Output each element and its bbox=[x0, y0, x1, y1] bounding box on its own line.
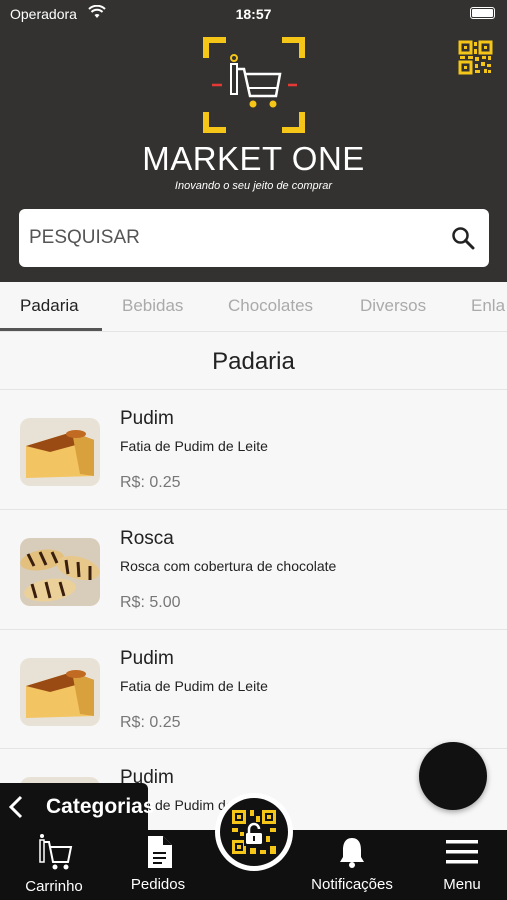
search-icon[interactable] bbox=[451, 226, 475, 250]
product-name: Pudim bbox=[120, 408, 174, 429]
nav-pedidos[interactable]: Pedidos bbox=[122, 830, 194, 900]
search-input[interactable] bbox=[29, 223, 439, 253]
nav-label: Pedidos bbox=[130, 876, 186, 893]
product-price: R$: 0.25 bbox=[120, 474, 181, 491]
section-title: Padaria bbox=[212, 348, 295, 375]
qr-unlock-icon bbox=[232, 810, 276, 854]
product-item[interactable]: Pudim Fatia de Pudim de Leite R$: 0.25 bbox=[0, 390, 507, 508]
nav-label: Menu bbox=[443, 876, 481, 893]
brand-tagline: Inovando o seu jeito de comprar bbox=[174, 180, 333, 192]
qr-unlock-button[interactable] bbox=[215, 793, 293, 871]
nav-notificacoes[interactable]: Notificações bbox=[310, 830, 394, 900]
brand-name: MARKET ONE bbox=[142, 140, 365, 177]
nav-label: Carrinho bbox=[25, 878, 83, 895]
qr-code-icon[interactable] bbox=[458, 40, 493, 75]
cart-icon bbox=[39, 834, 73, 870]
tab-diversos[interactable]: Diversos bbox=[360, 296, 426, 316]
status-bar: Operadora 18:57 bbox=[0, 0, 507, 28]
nav-carrinho[interactable]: Carrinho bbox=[18, 830, 90, 900]
categories-label: Categorias bbox=[46, 795, 155, 818]
tab-bebidas[interactable]: Bebidas bbox=[122, 296, 183, 316]
product-price: R$: 0.25 bbox=[120, 714, 181, 731]
clock: 18:57 bbox=[235, 6, 272, 22]
product-description: Fatia de Pudim de Leite bbox=[120, 678, 268, 694]
floating-action-button[interactable] bbox=[419, 742, 487, 810]
product-image-rosca bbox=[20, 538, 100, 606]
tab-padaria[interactable]: Padaria bbox=[20, 296, 79, 316]
product-image-pudim bbox=[20, 658, 100, 726]
product-name: Rosca bbox=[120, 528, 174, 549]
nav-label: Notificações bbox=[311, 876, 393, 893]
categories-button[interactable]: Categorias bbox=[0, 783, 155, 831]
app-header: Operadora 18:57 MARKET ONE Inovando o se… bbox=[0, 0, 507, 282]
chevron-left-icon bbox=[8, 795, 23, 819]
product-image-pudim bbox=[20, 418, 100, 486]
product-item[interactable]: Pudim Fatia de Pudim de Leite R$: 0.25 bbox=[0, 630, 507, 748]
market-one-logo bbox=[203, 37, 305, 133]
tab-chocolates[interactable]: Chocolates bbox=[228, 296, 313, 316]
product-description: Rosca com cobertura de chocolate bbox=[120, 558, 337, 574]
bell-icon bbox=[340, 838, 364, 868]
battery-icon bbox=[470, 7, 495, 19]
product-name: Pudim bbox=[120, 648, 174, 669]
hamburger-icon bbox=[446, 840, 478, 864]
product-price: R$: 5.00 bbox=[120, 594, 181, 611]
category-tabs: Padaria Bebidas Chocolates Diversos Enla bbox=[0, 282, 507, 332]
product-item[interactable]: Rosca Rosca com cobertura de chocolate R… bbox=[0, 510, 507, 628]
document-icon bbox=[148, 836, 172, 868]
search-bar[interactable] bbox=[19, 209, 489, 267]
nav-menu[interactable]: Menu bbox=[432, 830, 492, 900]
tab-enla[interactable]: Enla bbox=[471, 296, 505, 316]
divider bbox=[0, 331, 507, 332]
product-description: Fatia de Pudim de Leite bbox=[120, 438, 268, 454]
